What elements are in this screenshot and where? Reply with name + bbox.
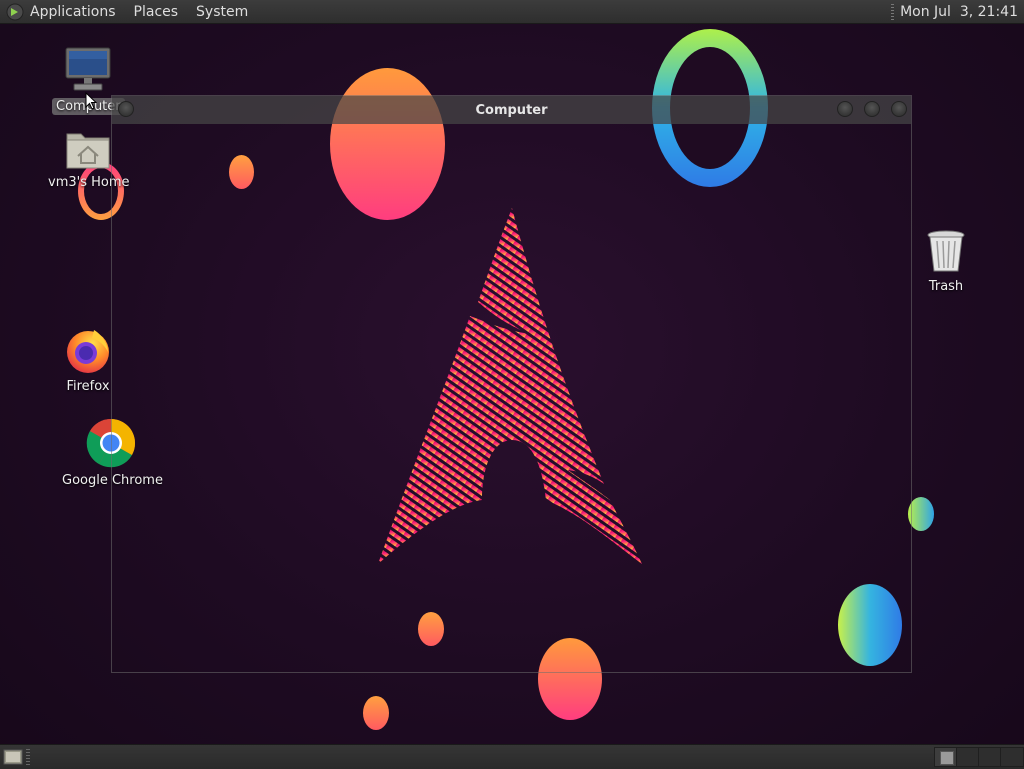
desktop-icon-label: Trash bbox=[928, 279, 964, 294]
computer-window[interactable]: Computer bbox=[111, 95, 912, 673]
workspace-3[interactable] bbox=[978, 747, 1002, 767]
window-titlebar[interactable]: Computer bbox=[112, 96, 911, 124]
maximize-button[interactable] bbox=[864, 101, 880, 117]
clock[interactable]: Mon Jul 3, 21:41 bbox=[900, 4, 1018, 20]
firefox-icon bbox=[67, 330, 109, 373]
distro-menu-icon[interactable] bbox=[6, 3, 24, 21]
show-desktop-icon[interactable] bbox=[3, 748, 23, 766]
trash-icon bbox=[927, 230, 965, 272]
window-title: Computer bbox=[475, 102, 548, 118]
top-panel: Applications Places System Mon Jul 3, 21… bbox=[0, 0, 1024, 24]
home-folder-icon bbox=[66, 133, 110, 169]
workspace-window-thumbnail bbox=[940, 751, 954, 765]
desktop-icon-label: Firefox bbox=[66, 379, 110, 394]
minimize-button[interactable] bbox=[837, 101, 853, 117]
workspace-2[interactable] bbox=[956, 747, 980, 767]
desktop-icon-trash[interactable]: Trash bbox=[916, 228, 976, 295]
workspace-4[interactable] bbox=[1000, 747, 1024, 767]
computer-icon bbox=[65, 47, 111, 91]
window-menu-button[interactable] bbox=[118, 101, 134, 117]
places-menu[interactable]: Places bbox=[134, 4, 179, 20]
close-button[interactable] bbox=[891, 101, 907, 117]
system-menu[interactable]: System bbox=[196, 4, 248, 20]
bottom-panel bbox=[0, 744, 1024, 769]
wallpaper-orb bbox=[363, 696, 389, 730]
mouse-cursor-icon bbox=[85, 92, 97, 110]
workspace-1[interactable] bbox=[934, 747, 958, 767]
panel-grip[interactable] bbox=[26, 749, 30, 765]
panel-separator bbox=[891, 3, 895, 20]
applications-menu[interactable]: Applications bbox=[30, 4, 116, 20]
